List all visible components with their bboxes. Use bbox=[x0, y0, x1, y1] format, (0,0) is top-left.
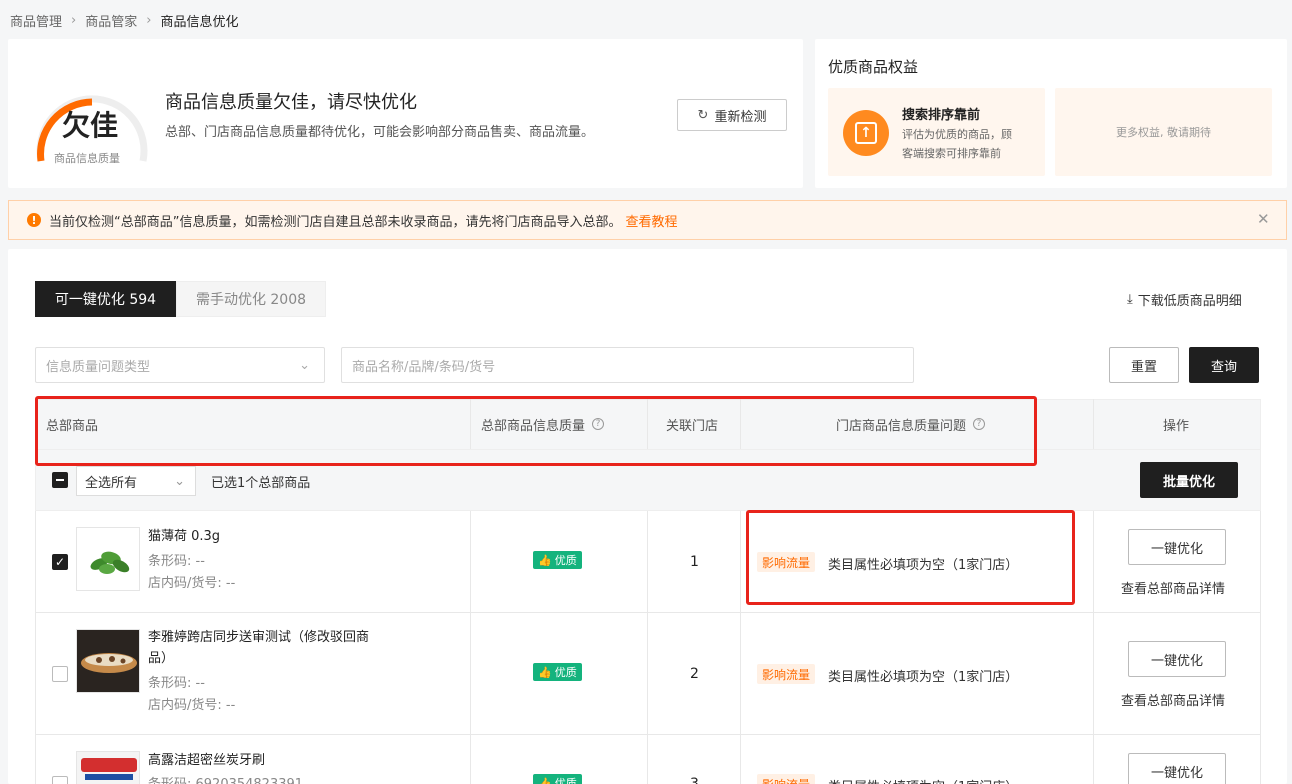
quality-description: 总部、门店商品信息质量都待优化，可能会影响部分商品售卖、商品流量。 bbox=[165, 125, 595, 140]
benefit-more-text: 更多权益, 敬请期待 bbox=[1116, 126, 1211, 139]
quality-badge: 👍 优质 bbox=[533, 551, 582, 569]
product-barcode: 条形码: -- bbox=[148, 554, 205, 569]
one-click-optimize-button[interactable]: 一键优化 bbox=[1128, 753, 1226, 784]
view-product-detail-link[interactable]: 查看总部商品详情 bbox=[1121, 578, 1225, 597]
benefit-more: 更多权益, 敬请期待 bbox=[1055, 88, 1272, 176]
product-barcode: 条形码: 6920354823391 bbox=[148, 774, 303, 784]
check-icon: ✓ bbox=[54, 555, 66, 569]
quality-title: 商品信息质量欠佳，请尽快优化 bbox=[165, 92, 417, 113]
chevron-right-icon: › bbox=[71, 12, 77, 28]
chevron-right-icon: › bbox=[146, 12, 152, 28]
row-divider bbox=[740, 511, 741, 784]
quality-grade-caption: 商品信息质量 bbox=[54, 152, 120, 165]
view-product-detail-link[interactable]: 查看总部商品详情 bbox=[1121, 690, 1225, 709]
recheck-button[interactable]: ↻ 重新检测 bbox=[677, 99, 787, 131]
quality-issue-type-select[interactable]: 信息质量问题类型 ⌄ bbox=[35, 347, 325, 383]
row-divider bbox=[35, 734, 1261, 735]
chevron-down-icon: ⌄ bbox=[299, 357, 310, 373]
header-divider bbox=[1093, 399, 1094, 449]
one-click-optimize-button[interactable]: 一键优化 bbox=[1128, 529, 1226, 565]
product-sku: 店内码/货号: -- bbox=[148, 576, 236, 591]
info-alert: ! 当前仅检测“总部商品”信息质量，如需检测门店自建且总部未收录商品，请先将门店… bbox=[8, 200, 1287, 240]
product-image-toothbrush bbox=[76, 751, 140, 784]
benefit-item-desc: 评估为优质的商品，顾 bbox=[902, 128, 1012, 141]
breadcrumb-item-goods-management[interactable]: 商品管理 bbox=[10, 11, 62, 30]
product-search-input[interactable]: 商品名称/品牌/条码/货号 bbox=[341, 347, 914, 383]
batch-optimize-button[interactable]: 批量优化 bbox=[1140, 462, 1238, 498]
product-sku: 店内码/货号: -- bbox=[148, 698, 236, 713]
issue-tag: 影响流量 bbox=[757, 774, 816, 784]
row-divider bbox=[1093, 511, 1094, 784]
benefit-item-title: 搜索排序靠前 bbox=[902, 108, 981, 123]
product-name[interactable]: 高露洁超密丝炭牙刷 bbox=[148, 750, 265, 772]
one-click-optimize-button[interactable]: 一键优化 bbox=[1128, 641, 1226, 677]
column-header-action: 操作 bbox=[1163, 418, 1190, 434]
highlight-box-issue bbox=[746, 510, 1075, 605]
issue-tag: 影响流量 bbox=[757, 664, 816, 684]
breadcrumb-item-goods-steward[interactable]: 商品管家 bbox=[85, 11, 137, 30]
refresh-icon: ↻ bbox=[697, 107, 709, 123]
selected-count-text: 已选1个总部商品 bbox=[211, 476, 311, 491]
row-divider bbox=[647, 511, 648, 784]
alert-text: 当前仅检测“总部商品”信息质量，如需检测门店自建且总部未收录商品，请先将门店商品… bbox=[49, 214, 622, 230]
benefits-title: 优质商品权益 bbox=[828, 58, 919, 76]
row-divider bbox=[470, 511, 471, 784]
reset-button[interactable]: 重置 bbox=[1109, 347, 1179, 383]
query-button[interactable]: 查询 bbox=[1189, 347, 1259, 383]
thumb-up-icon: 👍 bbox=[538, 776, 552, 784]
linked-store-count: 3 bbox=[690, 776, 699, 784]
thumb-up-icon: 👍 bbox=[538, 553, 552, 567]
product-image-catnip bbox=[76, 527, 140, 591]
product-name-line-2[interactable]: 品） bbox=[148, 648, 174, 670]
highlight-box-header bbox=[35, 396, 1037, 466]
tab-one-click-optimize[interactable]: 可一键优化 594 bbox=[35, 281, 176, 317]
close-icon[interactable]: ✕ bbox=[1257, 210, 1270, 228]
issue-text: 类目属性必填项为空（1家门店） bbox=[828, 776, 1018, 784]
breadcrumb-item-current: 商品信息优化 bbox=[160, 14, 239, 30]
view-tutorial-link[interactable]: 查看教程 bbox=[625, 211, 677, 230]
benefit-item-desc-2: 客端搜索可排序靠前 bbox=[902, 147, 1001, 160]
chevron-down-icon: ⌄ bbox=[174, 473, 185, 489]
product-name[interactable]: 李雅婷跨店同步送审测试（修改驳回商 bbox=[148, 627, 369, 649]
product-name[interactable]: 猫薄荷 0.3g bbox=[148, 526, 220, 548]
tab-manual-optimize[interactable]: 需手动优化 2008 bbox=[176, 281, 326, 317]
quality-grade: 欠佳 bbox=[62, 109, 119, 142]
issue-text: 类目属性必填项为空（1家门店） bbox=[828, 670, 1019, 685]
quality-badge: 👍 优质 bbox=[533, 663, 582, 681]
select-all-checkbox[interactable] bbox=[52, 472, 68, 488]
indeterminate-icon bbox=[56, 479, 64, 481]
row-checkbox[interactable]: ✓ bbox=[52, 554, 68, 570]
row-divider bbox=[35, 612, 1261, 613]
info-icon: ! bbox=[27, 213, 41, 227]
linked-store-count: 2 bbox=[690, 666, 699, 682]
select-all-dropdown[interactable]: 全选所有 ⌄ bbox=[76, 466, 196, 496]
row-checkbox[interactable] bbox=[52, 776, 68, 784]
search-rank-icon: ↑ bbox=[843, 110, 889, 156]
download-low-quality-link[interactable]: ⤓ 下载低质商品明细 bbox=[1127, 290, 1242, 309]
download-icon: ⤓ bbox=[1127, 292, 1133, 307]
product-barcode: 条形码: -- bbox=[148, 676, 205, 691]
product-image-sandwich bbox=[76, 629, 140, 693]
row-checkbox[interactable] bbox=[52, 666, 68, 682]
breadcrumb: 商品管理 › 商品管家 › 商品信息优化 bbox=[10, 10, 238, 30]
quality-badge: 👍 优质 bbox=[533, 774, 582, 784]
linked-store-count: 1 bbox=[690, 554, 699, 570]
thumb-up-icon: 👍 bbox=[538, 665, 552, 679]
